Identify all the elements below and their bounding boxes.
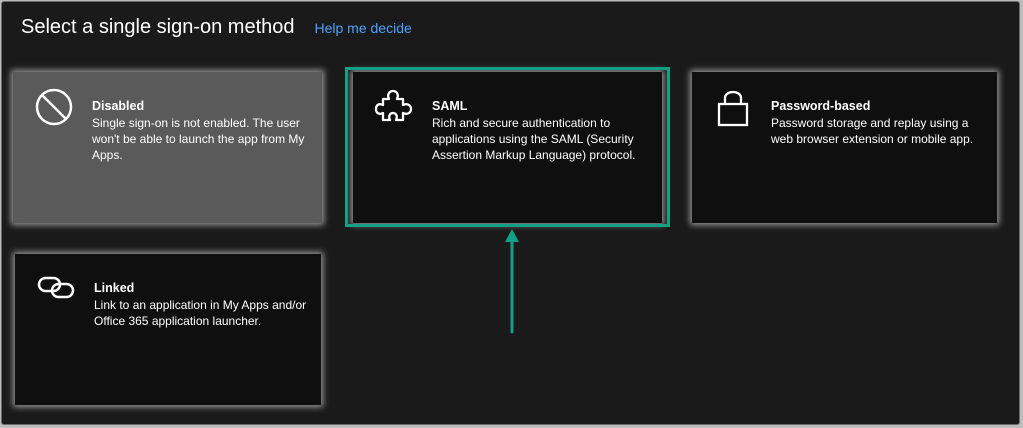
disabled-icon xyxy=(34,87,74,127)
page-title: Select a single sign-on method xyxy=(21,16,295,38)
card-description: Rich and secure authentication to applic… xyxy=(432,116,636,162)
card-title: Disabled xyxy=(92,99,145,113)
card-title: SAML xyxy=(432,99,468,113)
card-description: Password storage and replay using a web … xyxy=(771,116,974,146)
sso-option-disabled[interactable]: Disabled Single sign-on is not enabled. … xyxy=(13,72,322,223)
card-text: Disabled Single sign-on is not enabled. … xyxy=(92,98,308,163)
sso-option-linked[interactable]: Linked Link to an application in My Apps… xyxy=(15,254,321,405)
card-title: Linked xyxy=(94,281,135,295)
pointer-arrow xyxy=(498,228,526,336)
card-description: Link to an application in My Apps and/or… xyxy=(94,298,307,328)
lock-icon xyxy=(713,87,753,127)
link-icon xyxy=(36,267,76,307)
card-title: Password-based xyxy=(771,99,871,113)
help-me-decide-link[interactable]: Help me decide xyxy=(315,20,412,36)
puzzle-icon xyxy=(374,87,414,127)
card-text: SAML Rich and secure authentication to a… xyxy=(432,98,648,163)
sso-option-password-based[interactable]: Password-based Password storage and repl… xyxy=(692,72,997,223)
sso-option-saml[interactable]: SAML Rich and secure authentication to a… xyxy=(353,72,662,223)
card-description: Single sign-on is not enabled. The user … xyxy=(92,116,305,162)
header: Select a single sign-on method Help me d… xyxy=(21,16,412,39)
card-text: Password-based Password storage and repl… xyxy=(771,98,983,147)
card-text: Linked Link to an application in My Apps… xyxy=(94,280,307,329)
